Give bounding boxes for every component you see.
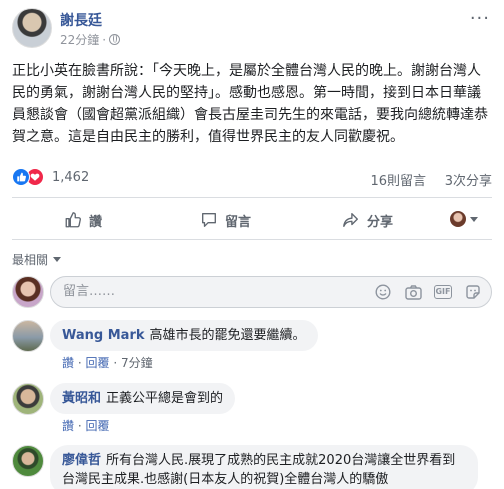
sort-label: 最相關 — [12, 253, 49, 267]
commenter-name[interactable]: 黃昭和 — [62, 391, 101, 406]
share-button[interactable]: 分享 — [342, 204, 393, 236]
gif-icon[interactable]: GIF — [434, 283, 452, 301]
reaction-count[interactable]: 1,462 — [52, 170, 89, 185]
share-count[interactable]: 3次分享 — [445, 170, 492, 189]
composer-tools: GIF — [374, 283, 482, 301]
comment-label: 留言 — [225, 214, 252, 230]
commenter-avatar[interactable] — [12, 320, 44, 352]
post-meta: 22分鐘 · — [60, 31, 121, 48]
thumbs-up-icon — [12, 168, 30, 186]
smiley-icon[interactable] — [374, 283, 392, 301]
post-as-selector[interactable] — [450, 211, 478, 227]
comment-reply-link[interactable]: 回覆 — [85, 419, 109, 433]
speech-bubble-icon — [202, 213, 216, 227]
camera-icon[interactable] — [404, 283, 422, 301]
like-label: 讚 — [89, 214, 103, 230]
commenter-name[interactable]: Wang Mark — [62, 328, 145, 343]
comment-composer: 留言…… GIF — [12, 274, 492, 310]
share-label: 分享 — [367, 214, 394, 230]
comment-bubble: 廖偉哲 所有台灣人民.展現了成熟的民主成就2020台灣讓全世界看到台灣民主成果.也… — [50, 445, 478, 489]
post-header: 謝長廷 22分鐘 · ··· — [12, 8, 492, 52]
comment-text: 所有台灣人民.展現了成熟的民主成就2020台灣讓全世界看到台灣民主成果.也感謝(… — [62, 453, 456, 487]
comment-reply-link[interactable]: 回覆 — [85, 356, 109, 370]
comment-button[interactable]: 留言 — [200, 204, 251, 236]
commenter-avatar[interactable] — [12, 445, 44, 477]
like-button[interactable]: 讚 — [64, 204, 102, 236]
comment-count[interactable]: 16則留言 — [370, 170, 426, 189]
commenter-name[interactable]: 廖偉哲 — [62, 453, 101, 468]
comment-bubble: Wang Mark 高雄市長的罷免還要繼續。 — [50, 320, 318, 351]
globe-icon — [109, 34, 121, 45]
sticker-icon[interactable] — [464, 283, 482, 301]
divider — [12, 197, 492, 198]
action-bar: 讚 留言 分享 — [12, 204, 492, 236]
meta-separator: · — [102, 32, 107, 47]
reaction-icons[interactable] — [12, 168, 44, 186]
comment-meta: 讚 · 回覆 — [62, 419, 110, 433]
comment-meta: 讚 · 回覆 · 7分鐘 — [62, 356, 153, 370]
comment-text: 高雄市長的罷免還要繼續。 — [149, 328, 306, 343]
more-options-icon[interactable]: ··· — [470, 8, 490, 29]
comment-time[interactable]: 7分鐘 — [121, 356, 153, 370]
chevron-down-icon — [470, 216, 478, 222]
viewer-avatar — [12, 276, 44, 308]
comment-sort-dropdown[interactable]: 最相關 — [12, 251, 62, 268]
comment-text: 正義公平總是會到的 — [106, 391, 224, 406]
chevron-down-icon — [53, 257, 62, 262]
share-arrow-icon — [343, 213, 358, 227]
comment-like-link[interactable]: 讚 — [62, 419, 74, 433]
comment-like-link[interactable]: 讚 — [62, 356, 74, 370]
post-body: 正比小英在臉書所說：「今天晚上，是屬於全體台灣人民的晚上。謝謝台灣人民的勇氣，謝… — [12, 63, 488, 145]
reaction-summary: 1,462 16則留言 3次分享 — [12, 168, 492, 189]
post-time[interactable]: 22分鐘 — [60, 31, 99, 48]
author-name[interactable]: 謝長廷 — [60, 10, 102, 30]
commenter-avatar[interactable] — [12, 383, 44, 415]
viewer-avatar — [450, 211, 466, 227]
author-avatar[interactable] — [12, 8, 52, 48]
thumbs-up-icon — [65, 212, 81, 228]
comment-bubble: 黃昭和 正義公平總是會到的 — [50, 383, 236, 414]
divider — [12, 239, 492, 240]
